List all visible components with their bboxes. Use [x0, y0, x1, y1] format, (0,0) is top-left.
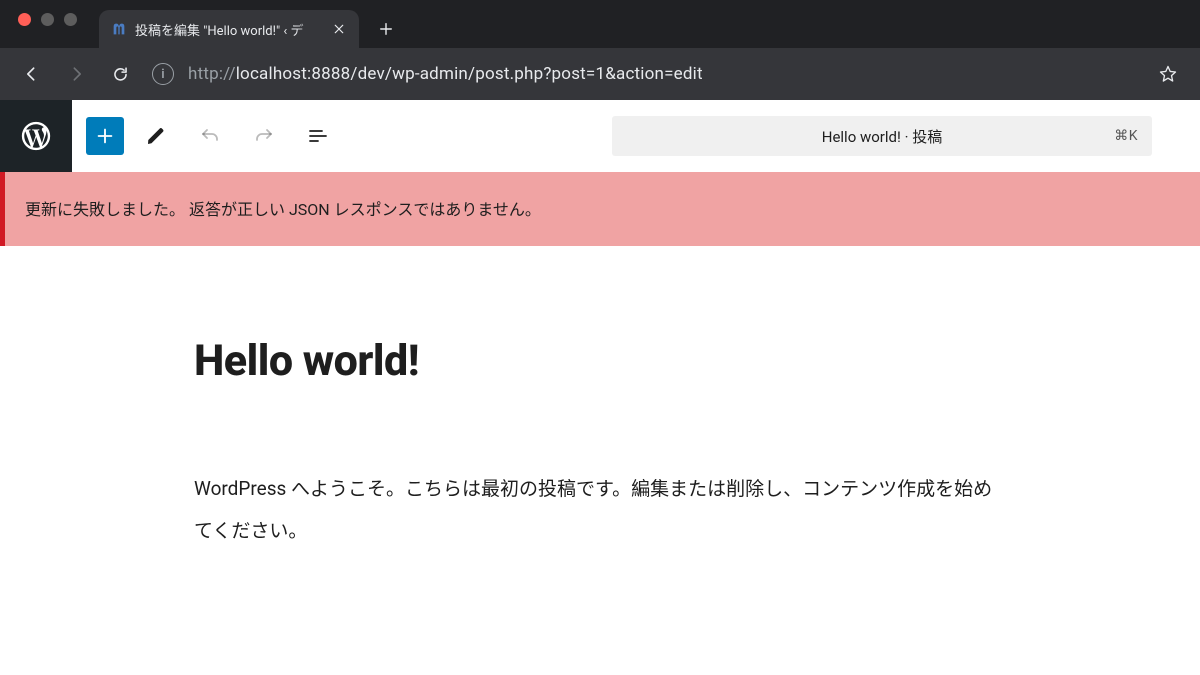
edit-mode-button[interactable]: [134, 114, 178, 158]
document-bar-title: Hello world! · 投稿: [822, 126, 942, 147]
window-maximize-button[interactable]: [64, 13, 77, 26]
list-icon: [306, 124, 330, 148]
mamp-favicon: [111, 21, 127, 37]
redo-icon: [252, 124, 276, 148]
post-title[interactable]: Hello world!: [194, 336, 1006, 386]
browser-tabs: 投稿を編集 "Hello world!" ‹ デ: [99, 0, 401, 48]
post-paragraph[interactable]: WordPress へようこそ。こちらは最初の投稿です。編集または削除し、コンテ…: [194, 468, 1006, 552]
page-viewport: Hello world! · 投稿 ⌘K 更新に失敗しました。 返答が正しい J…: [0, 100, 1200, 675]
undo-button[interactable]: [188, 114, 232, 158]
command-shortcut: ⌘K: [1114, 128, 1138, 144]
wordpress-logo-button[interactable]: [0, 100, 72, 172]
plus-icon: [94, 125, 116, 147]
wordpress-logo-icon: [19, 119, 53, 153]
url-scheme: http://: [188, 64, 236, 84]
tab-close-button[interactable]: [331, 21, 347, 37]
browser-tab-title: 投稿を編集 "Hello world!" ‹ デ: [135, 20, 323, 39]
reload-button[interactable]: [102, 56, 138, 92]
add-block-button[interactable]: [86, 117, 124, 155]
error-notice: 更新に失敗しました。 返答が正しい JSON レスポンスではありません。: [0, 172, 1200, 246]
editor-toolbar: Hello world! · 投稿 ⌘K: [72, 100, 1200, 172]
pencil-icon: [144, 124, 168, 148]
new-tab-button[interactable]: [371, 14, 401, 44]
window-minimize-button[interactable]: [41, 13, 54, 26]
editor-header: Hello world! · 投稿 ⌘K: [0, 100, 1200, 172]
url-rest: localhost:8888/dev/wp-admin/post.php?pos…: [236, 64, 703, 84]
window-close-button[interactable]: [18, 13, 31, 26]
undo-icon: [198, 124, 222, 148]
forward-button[interactable]: [58, 56, 94, 92]
post-content: Hello world! WordPress へようこそ。こちらは最初の投稿です…: [194, 336, 1006, 552]
document-bar[interactable]: Hello world! · 投稿 ⌘K: [612, 116, 1152, 156]
address-bar[interactable]: i http://localhost:8888/dev/wp-admin/pos…: [146, 56, 1142, 92]
browser-tab-active[interactable]: 投稿を編集 "Hello world!" ‹ デ: [99, 10, 359, 48]
back-button[interactable]: [14, 56, 50, 92]
site-info-icon[interactable]: i: [152, 63, 174, 85]
browser-toolbar: i http://localhost:8888/dev/wp-admin/pos…: [0, 48, 1200, 100]
bookmark-button[interactable]: [1150, 56, 1186, 92]
editor-canvas[interactable]: Hello world! WordPress へようこそ。こちらは最初の投稿です…: [0, 246, 1200, 552]
redo-button[interactable]: [242, 114, 286, 158]
document-overview-button[interactable]: [296, 114, 340, 158]
window-controls: [18, 13, 77, 26]
error-message: 更新に失敗しました。 返答が正しい JSON レスポンスではありません。: [25, 200, 541, 219]
browser-titlebar: 投稿を編集 "Hello world!" ‹ デ: [0, 0, 1200, 48]
url-text: http://localhost:8888/dev/wp-admin/post.…: [188, 64, 703, 84]
